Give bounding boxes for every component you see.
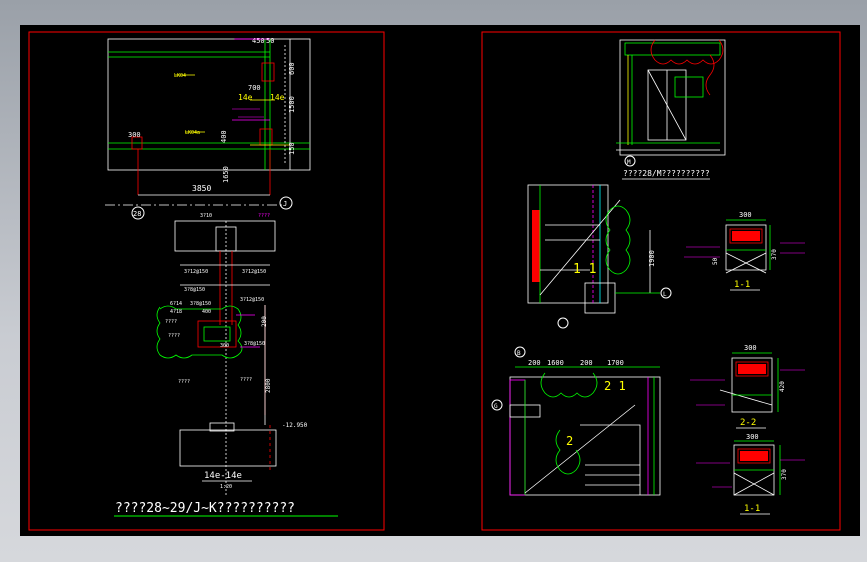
section-rebar-4-18: 4?18 [170, 309, 182, 315]
axis-label-j: J [283, 200, 287, 208]
detail-g-dim-1600: 1600 [547, 359, 564, 367]
section-dim-200: 200 [261, 316, 268, 327]
detail-b-tag: B [517, 350, 521, 357]
left-sheet-title: ????28~29/J~K?????????? [115, 501, 295, 516]
detail-m [616, 39, 726, 156]
section-1-1-top [725, 219, 771, 274]
sec2-dim-300: 300 [744, 344, 757, 352]
detail-g-label-2: 2 [566, 434, 573, 448]
cad-drawing-canvas[interactable]: LK04 LK04a 14e 14e 450 50 600 1500 700 4… [20, 25, 860, 536]
plan-dim-450: 450 [252, 37, 265, 45]
plan-label-lk04a: LK04a [185, 130, 200, 136]
left-sheet-frame [28, 31, 385, 531]
section-rebar-3-10: 3?10 [200, 213, 212, 219]
section-note-4: ???? [178, 379, 190, 385]
detail-l-dim-1900: 1900 [648, 250, 656, 267]
detail-l-label-11: 1 1 [573, 262, 596, 277]
detail-g-tag: G [494, 403, 498, 410]
detail-l-bubble-2 [557, 317, 569, 329]
axis-label-28: 28 [133, 210, 141, 218]
plan-dim-600: 600 [288, 62, 296, 75]
sec2-label: 2-2 [740, 418, 756, 428]
plan-dim-400: 400 [220, 130, 228, 143]
sec2-dim-420: 420 [779, 381, 786, 392]
plan-dim-1650: 1650 [222, 166, 230, 183]
detail-l [527, 184, 660, 314]
section-2-2 [719, 352, 779, 413]
detail-g-dim-1700: 1700 [607, 359, 624, 367]
section-note-5: ???? [240, 377, 252, 383]
section-elevation: -12.950 [282, 422, 308, 429]
sec1-dim-50: 50 [712, 257, 719, 265]
detail-g-dim-200b: 200 [580, 359, 593, 367]
plan-dim-1500: 1500 [288, 96, 296, 113]
annotation-marks [232, 38, 805, 488]
detail-g-label-21: 2 1 [604, 379, 626, 393]
plan-dim-150: 150 [288, 142, 296, 155]
section-column [156, 220, 277, 495]
detail-l-tag: L [663, 291, 667, 298]
plan-view [107, 38, 311, 196]
section-dim-2800: 2800 [265, 378, 272, 393]
detail-m-caption: ????28/M?????????? [623, 169, 710, 178]
section-rebar-3-12b: 3?12@150 [242, 269, 266, 275]
sec1-dim-370: 370 [771, 249, 778, 260]
detail-g-dim-200a: 200 [528, 359, 541, 367]
section-scale: 1:20 [220, 484, 232, 490]
sec1-dim-300: 300 [739, 211, 752, 219]
section-rebar-3-8c: 3?8@150 [244, 341, 265, 347]
sec1-label: 1-1 [734, 280, 750, 290]
plan-dim-50: 50 [266, 37, 274, 45]
section-rebar-3-12: 3?12@150 [184, 269, 208, 275]
section-rebar-3-8: 3?8@150 [184, 287, 205, 293]
section-note-1: ???? [258, 213, 270, 219]
sec3-dim-370: 370 [781, 469, 788, 480]
plan-label-14e-right: 14e [270, 93, 285, 102]
section-label-14e: 14e-14e [204, 471, 242, 481]
section-rebar-6-14: 6?14 [170, 301, 182, 307]
section-note-2: ???? [165, 319, 177, 325]
section-dim-400: 400 [202, 309, 211, 315]
section-rebar-3-12c: 3?12@150 [240, 297, 264, 303]
plan-dim-3850: 3850 [192, 184, 211, 193]
section-rebar-3-8b: 3?8@150 [190, 301, 211, 307]
plan-dim-700: 700 [248, 84, 261, 92]
cad-drawing: LK04 LK04a 14e 14e 450 50 600 1500 700 4… [28, 31, 841, 531]
section-dim-300: 300 [220, 343, 229, 349]
detail-g [509, 366, 661, 496]
sec3-label: 1-1 [744, 504, 760, 514]
detail-m-tag: M [627, 159, 631, 166]
plan-label-lk04: LK04 [174, 73, 186, 79]
section-note-3: ???? [168, 333, 180, 339]
plan-dim-300: 300 [128, 131, 141, 139]
sec3-dim-300: 300 [746, 433, 759, 441]
section-1-1-bottom [733, 440, 781, 496]
plan-label-14e-top: 14e [238, 93, 253, 102]
